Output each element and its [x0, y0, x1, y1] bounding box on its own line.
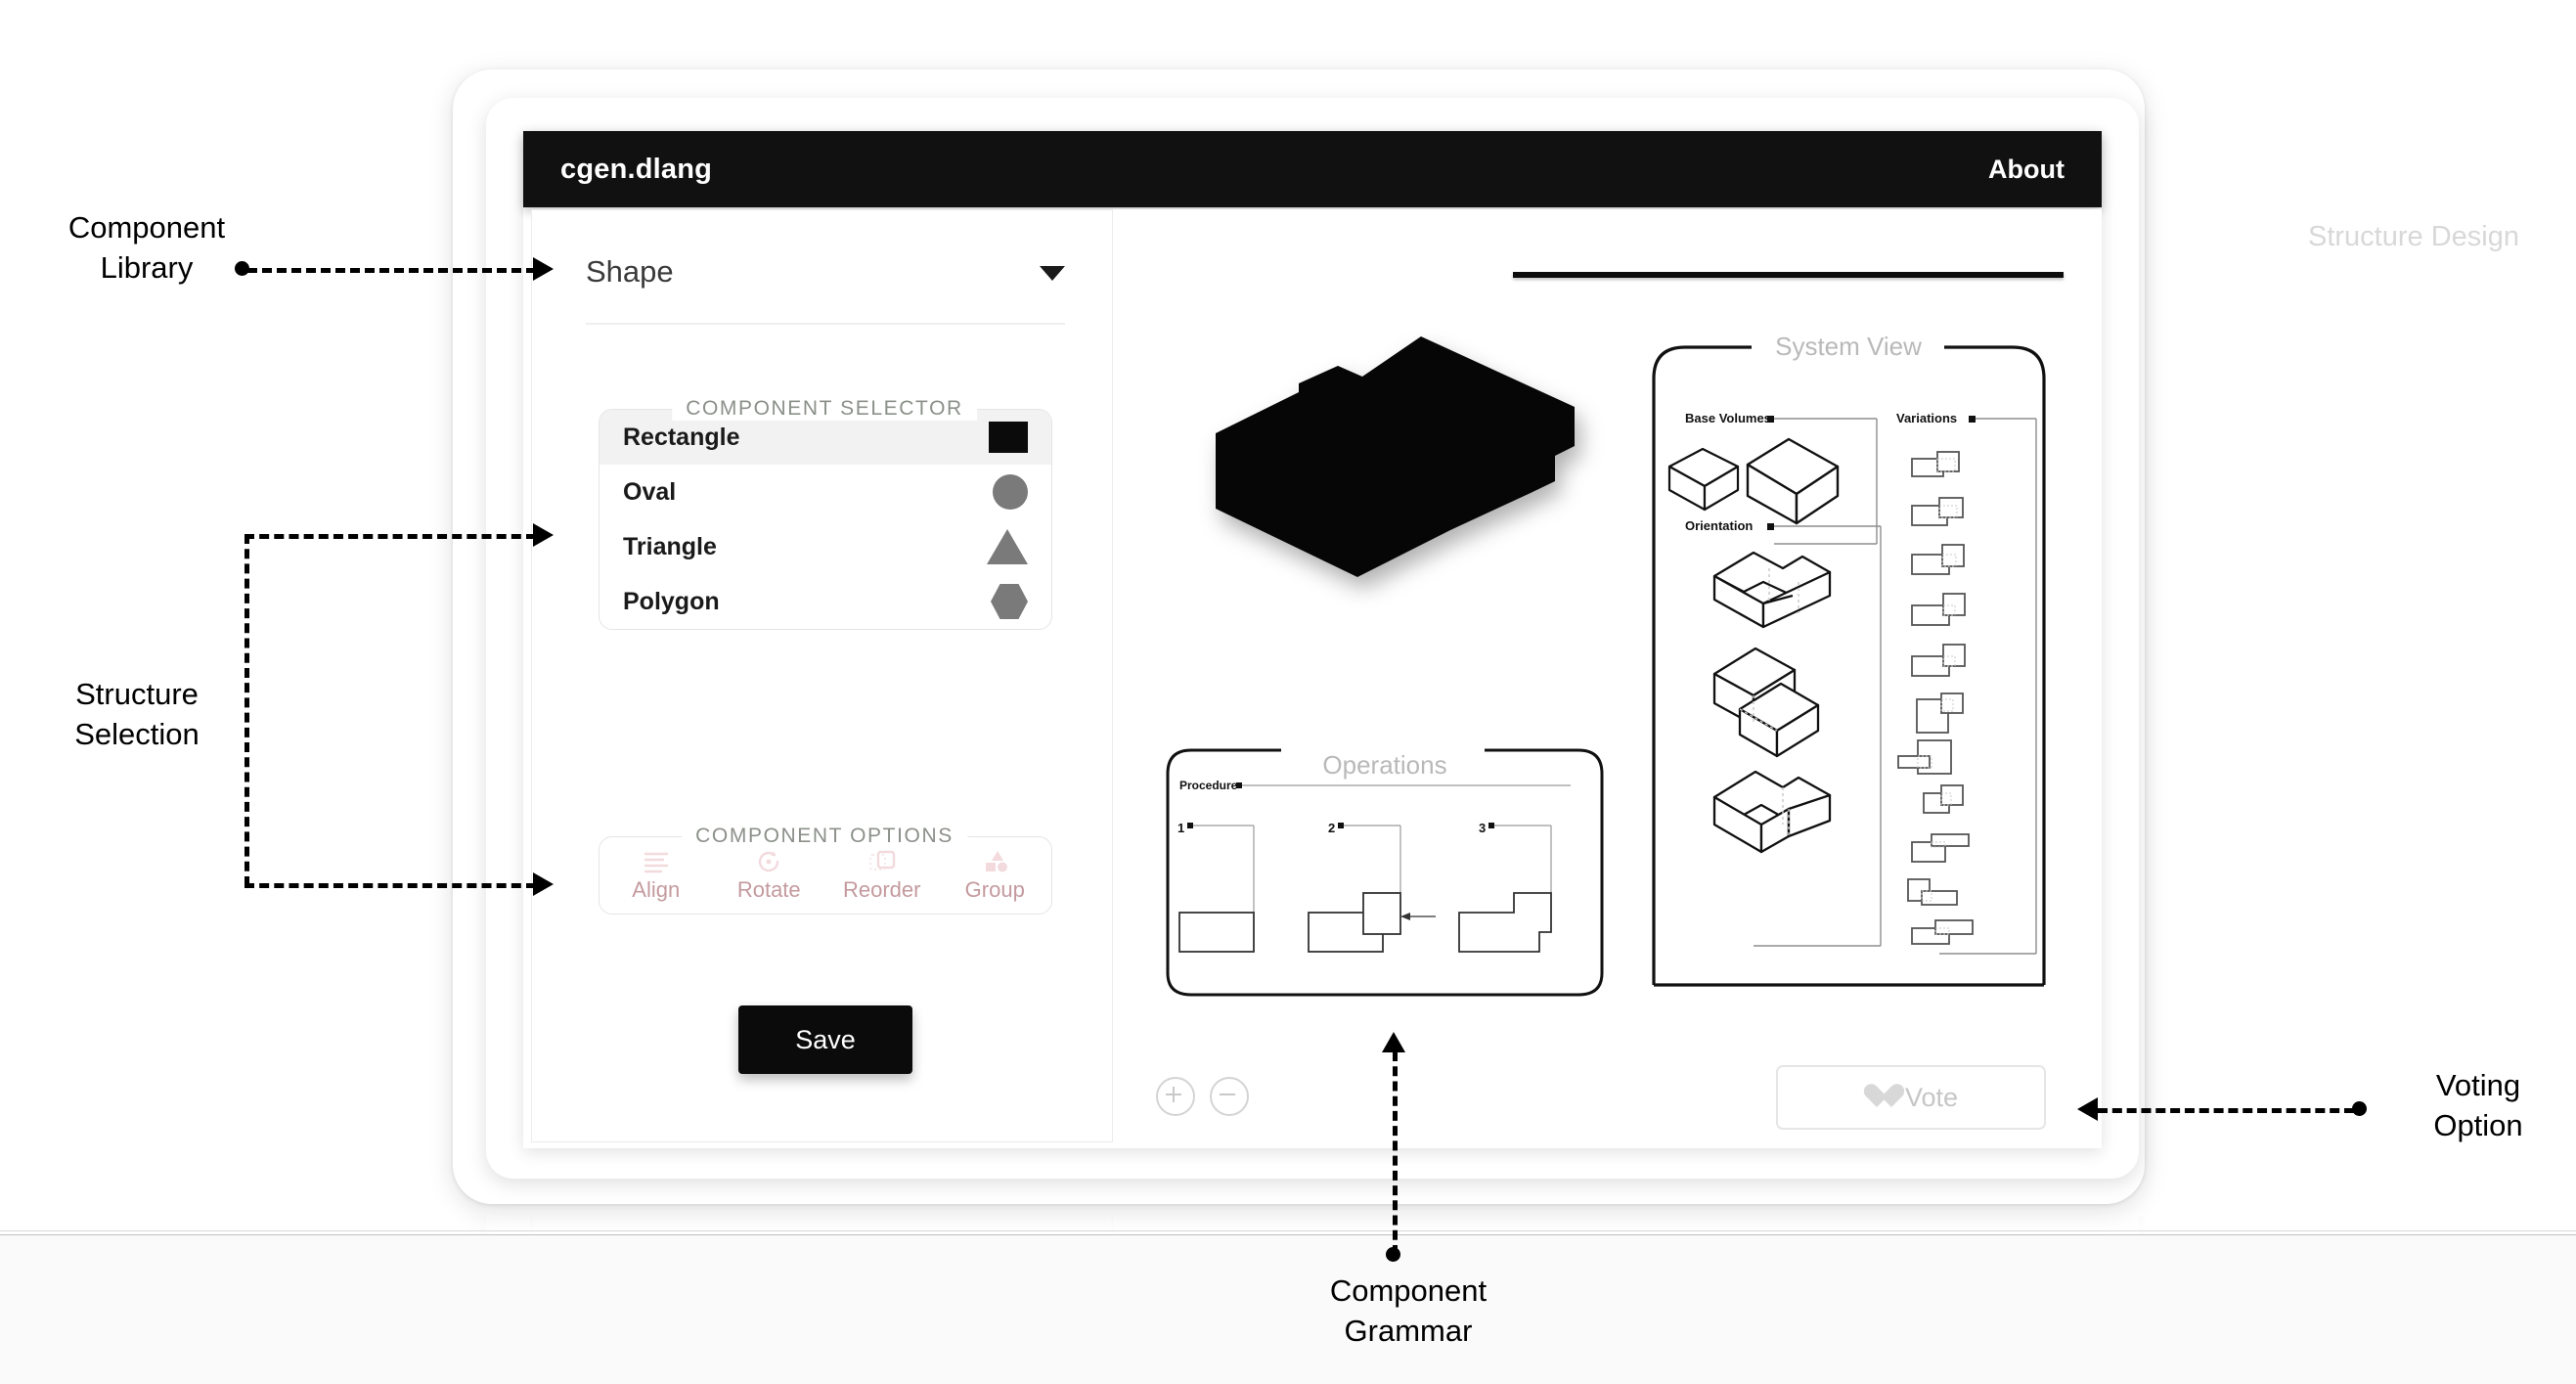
annotation-arrowhead — [533, 872, 554, 896]
annotation-leader-line — [1393, 1051, 1398, 1255]
vote-button[interactable]: Vote — [1776, 1065, 2046, 1130]
procedure-label: Procedure — [1179, 779, 1238, 792]
operations-title: Operations — [1305, 750, 1465, 781]
save-button[interactable]: Save — [738, 1005, 912, 1074]
massing-model-shape — [1216, 336, 1575, 577]
group-label: Group — [964, 876, 1025, 902]
rotate-icon — [759, 851, 779, 871]
annotation-leader-line — [247, 268, 536, 273]
heart-icon — [1864, 1085, 1891, 1110]
tab-structure-design[interactable]: Structure Design — [2308, 221, 2519, 253]
component-options-legend: COMPONENT OPTIONS — [682, 825, 967, 848]
chevron-down-icon — [1040, 266, 1065, 281]
component-selector-item-triangle[interactable]: Triangle — [600, 519, 1051, 574]
component-selector-label: Triangle — [623, 532, 717, 560]
reorder-option[interactable]: Reorder — [825, 849, 939, 903]
operations-step-number: 1 — [1177, 821, 1184, 835]
variation-thumbnails — [1897, 451, 1974, 945]
reorder-icon — [868, 850, 895, 871]
about-link[interactable]: About — [1988, 155, 2065, 185]
component-options-box: Align Rotate Reorder Group — [599, 836, 1052, 915]
component-selector-item-polygon[interactable]: Polygon — [600, 574, 1051, 629]
component-selector-item-oval[interactable]: Oval — [600, 465, 1051, 519]
annotation-leader-line — [244, 883, 536, 888]
annotation-component-grammar: Component Grammar — [1329, 1273, 1488, 1348]
zoom-in-icon[interactable] — [1156, 1077, 1195, 1116]
component-library-panel — [531, 209, 1113, 1142]
annotation-structure-selection: Structure Selection — [74, 677, 200, 751]
rect-swatch-icon — [989, 422, 1028, 453]
group-option[interactable]: Group — [939, 849, 1052, 903]
circle-swatch-icon — [993, 474, 1028, 510]
annotation-voting-option: Voting Option — [2433, 1068, 2523, 1142]
tab-underline — [1513, 272, 2064, 278]
rotate-label: Rotate — [736, 876, 801, 902]
triangle-swatch-icon — [987, 529, 1028, 564]
annotation-arrowhead — [2077, 1097, 2098, 1121]
annotation-arrowhead — [533, 523, 554, 547]
component-selector-label: Polygon — [623, 587, 720, 615]
operations-step-number: 2 — [1328, 821, 1335, 835]
system-view-title: System View — [1757, 332, 1939, 362]
annotation-bracket-line — [244, 534, 249, 886]
operations-step-number: 3 — [1479, 821, 1486, 835]
variations-label: Variations — [1896, 411, 1957, 425]
base-volumes-label: Base Volumes — [1685, 411, 1771, 425]
app-title: cgen.dlang — [560, 153, 713, 185]
annotation-arrowhead — [533, 257, 554, 281]
component-selector-box: Rectangle Oval Triangle Polygon — [599, 409, 1052, 630]
component-selector-label: Oval — [623, 477, 677, 506]
annotation-leader-line — [2098, 1108, 2354, 1113]
app-titlebar: cgen.dlang About — [523, 131, 2102, 207]
vote-label: Vote — [1904, 1082, 1959, 1112]
group-icon — [986, 850, 1008, 871]
component-selector-legend: COMPONENT SELECTOR — [672, 397, 977, 421]
annotation-arrowhead — [1382, 1032, 1405, 1052]
align-option[interactable]: Align — [600, 849, 713, 903]
component-selector-label: Rectangle — [623, 423, 740, 451]
align-icon — [644, 852, 668, 872]
shape-dropdown-value: Shape — [586, 254, 674, 289]
zoom-out-icon[interactable] — [1210, 1077, 1249, 1116]
hexagon-swatch-icon — [991, 584, 1028, 619]
shape-dropdown[interactable]: Shape — [586, 248, 1065, 325]
rotate-option[interactable]: Rotate — [713, 849, 826, 903]
system-view-panel: Base Volumes Orientation Variations — [1652, 345, 2046, 987]
reorder-label: Reorder — [843, 876, 921, 902]
align-label: Align — [632, 876, 681, 902]
orientation-label: Orientation — [1685, 518, 1753, 533]
annotation-leader-line — [244, 534, 536, 539]
annotation-component-library: Component Library — [67, 210, 226, 285]
annotation-dot — [2352, 1101, 2367, 1116]
